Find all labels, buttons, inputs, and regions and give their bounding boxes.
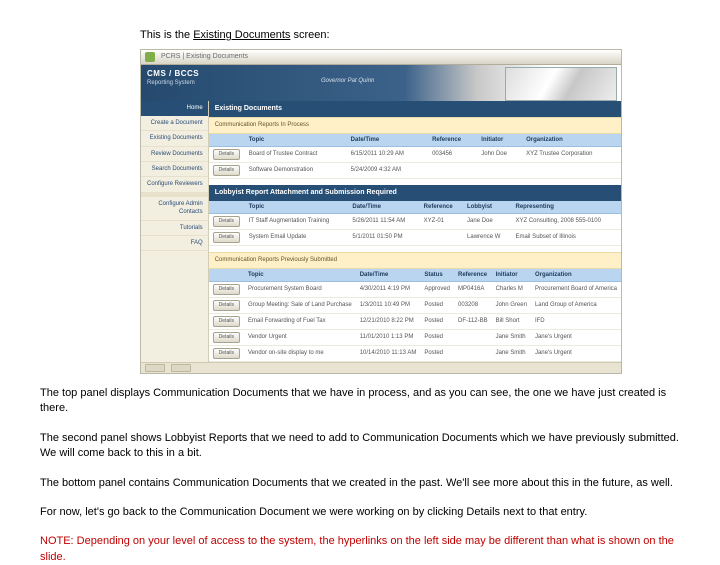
header-banner: CMS / BCCS Reporting System Governor Pat…	[141, 65, 621, 101]
details-button[interactable]: Details	[213, 232, 240, 243]
paragraph: The bottom panel contains Communication …	[40, 476, 680, 491]
details-button[interactable]: Details	[213, 300, 240, 311]
note-paragraph: NOTE: Depending on your level of access …	[40, 534, 680, 565]
table-header-row: TopicDate/TimeStatusReferenceInitiatorOr…	[209, 269, 621, 282]
sidebar-item[interactable]: FAQ	[141, 236, 208, 251]
table-previous: TopicDate/TimeStatusReferenceInitiatorOr…	[209, 269, 621, 362]
intro-line: This is the Existing Documents screen:	[140, 28, 680, 43]
col: Reference	[428, 134, 477, 147]
screenshot: PCRS | Existing Documents CMS / BCCS Rep…	[140, 49, 622, 374]
col: Date/Time	[347, 134, 428, 147]
section-title-lobbyist: Lobbyist Report Attachment and Submissio…	[209, 185, 621, 201]
section-title: Existing Documents	[209, 101, 621, 117]
governor-label: Governor Pat Quinn	[321, 77, 374, 85]
intro-post: screen:	[290, 29, 329, 41]
document-page: This is the Existing Documents screen: P…	[0, 0, 720, 565]
details-button[interactable]: Details	[213, 332, 240, 343]
col-blank	[209, 134, 245, 147]
col: Topic	[245, 134, 347, 147]
table-row: DetailsIT Staff Augmentation Training5/2…	[209, 214, 621, 230]
table-row: DetailsBoard of Trustee Contract6/15/201…	[209, 146, 621, 162]
table-header-row: Topic Date/Time Reference Initiator Orga…	[209, 134, 621, 147]
details-button[interactable]: Details	[213, 284, 240, 295]
table-row: DetailsSystem Email Update5/1/2011 01:50…	[209, 230, 621, 246]
brand-title: CMS / BCCS	[147, 68, 199, 79]
details-button[interactable]: Details	[213, 149, 240, 160]
details-button[interactable]: Details	[213, 316, 240, 327]
app-icon	[145, 52, 155, 62]
section-subtitle-prev: Communication Reports Previously Submitt…	[209, 252, 621, 268]
sidebar-item[interactable]: Configure Admin Contacts	[141, 197, 208, 221]
sidebar-home[interactable]: Home	[141, 101, 208, 115]
banner-photo	[505, 67, 617, 101]
paragraph: For now, let's go back to the Communicat…	[40, 505, 680, 520]
main-content: Existing Documents Communication Reports…	[209, 101, 621, 362]
table-row: DetailsVendor Urgent11/01/2010 1:13 PMPo…	[209, 329, 621, 345]
paragraph: The top panel displays Communication Doc…	[40, 386, 680, 417]
sidebar-item[interactable]: Create a Document	[141, 116, 208, 131]
sidebar: Home Create a Document Existing Document…	[141, 101, 209, 362]
table-row: DetailsEmail Forwarding of Fuel Tax12/21…	[209, 313, 621, 329]
sidebar-item[interactable]: Tutorials	[141, 221, 208, 236]
table-in-process: Topic Date/Time Reference Initiator Orga…	[209, 134, 621, 179]
intro-pre: This is the	[140, 29, 193, 41]
breadcrumb: PCRS | Existing Documents	[161, 52, 248, 62]
sidebar-item[interactable]: Review Documents	[141, 147, 208, 162]
sidebar-item[interactable]: Existing Documents	[141, 131, 208, 146]
paragraph: The second panel shows Lobbyist Reports …	[40, 431, 680, 462]
col: Organization	[522, 134, 621, 147]
sidebar-item[interactable]: Configure Reviewers	[141, 177, 208, 192]
section-subtitle: Communication Reports In Process	[209, 117, 621, 133]
table-row: DetailsSoftware Demonstration5/24/2009 4…	[209, 162, 621, 178]
table-row: DetailsProcurement System Board4/30/2011…	[209, 281, 621, 297]
intro-link: Existing Documents	[193, 29, 290, 41]
status-bar	[141, 362, 621, 373]
table-row: DetailsVendor on-site display to me10/14…	[209, 345, 621, 361]
details-button[interactable]: Details	[213, 348, 240, 359]
window-titlebar: PCRS | Existing Documents	[141, 50, 621, 65]
table-lobbyist: TopicDate/TimeReferenceLobbyistRepresent…	[209, 201, 621, 246]
table-header-row: TopicDate/TimeReferenceLobbyistRepresent…	[209, 201, 621, 214]
sidebar-item[interactable]: Search Documents	[141, 162, 208, 177]
details-button[interactable]: Details	[213, 165, 240, 176]
table-row: DetailsGroup Meeting: Sale of Land Purch…	[209, 297, 621, 313]
col: Initiator	[477, 134, 522, 147]
details-button[interactable]: Details	[213, 216, 240, 227]
brand-subtitle: Reporting System	[147, 79, 195, 87]
